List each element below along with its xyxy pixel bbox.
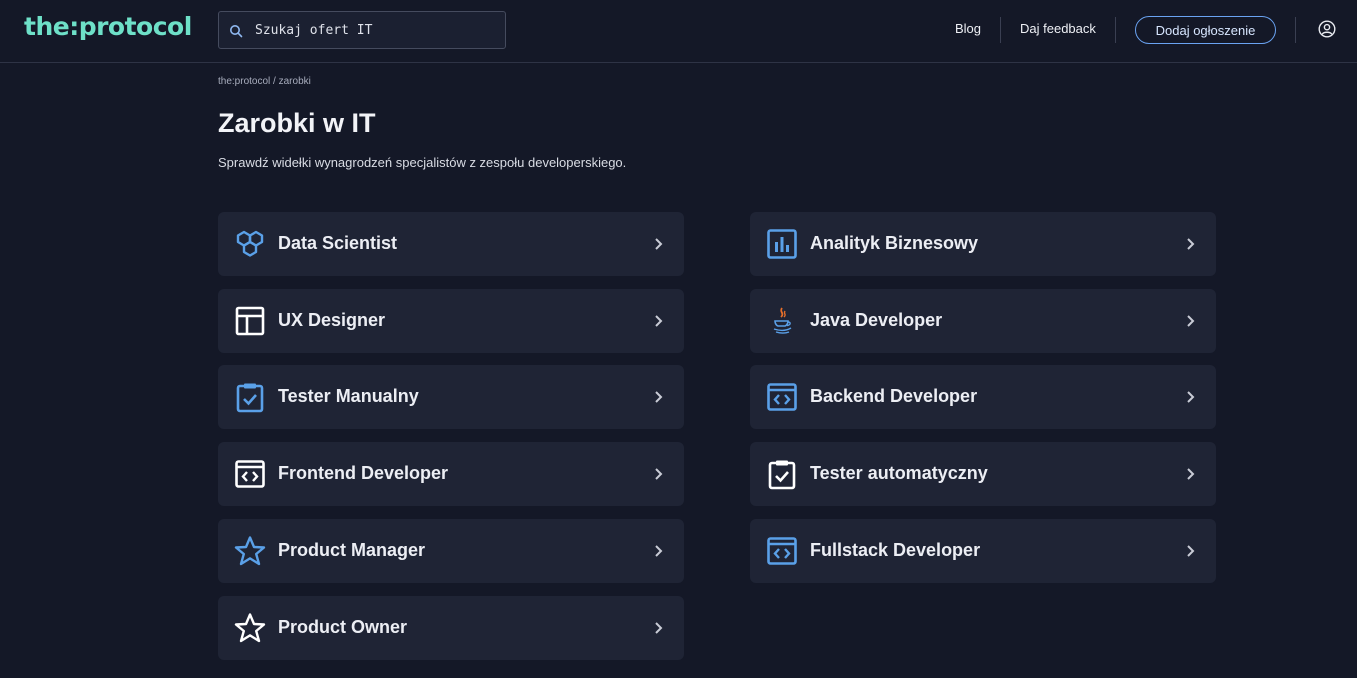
chevron-right-icon (1187, 545, 1195, 557)
role-label: Tester Manualny (278, 386, 419, 406)
chevron-right-icon (1187, 391, 1195, 403)
nav-divider (1115, 17, 1116, 43)
hexagon-cluster-icon (236, 230, 264, 257)
page-title: Zarobki w IT (218, 108, 376, 138)
role-label: UX Designer (278, 310, 386, 330)
breadcrumb: the:protocol / zarobki (218, 76, 311, 87)
feedback-link[interactable]: Daj feedback (1020, 21, 1096, 36)
clipboard-check-icon (236, 383, 264, 413)
breadcrumb-separator: / (273, 76, 276, 87)
role-label: Java Developer (810, 310, 943, 330)
role-label: Backend Developer (810, 386, 978, 406)
role-card-java-developer[interactable]: Java Developer (750, 289, 1216, 353)
bar-chart-icon (767, 229, 797, 259)
role-label: Fullstack Developer (810, 540, 981, 560)
role-label: Frontend Developer (278, 463, 449, 483)
role-label: Product Manager (278, 540, 426, 560)
chevron-right-icon (655, 545, 663, 557)
role-label: Analityk Biznesowy (810, 233, 979, 253)
add-offer-button[interactable]: Dodaj ogłoszenie (1135, 16, 1276, 44)
role-card-data-scientist[interactable]: Data Scientist (218, 212, 684, 276)
chevron-right-icon (655, 468, 663, 480)
code-window-icon (767, 537, 797, 565)
chevron-right-icon (655, 238, 663, 250)
code-window-icon (767, 383, 797, 411)
search-input[interactable] (255, 12, 499, 48)
chevron-right-icon (655, 315, 663, 327)
chevron-right-icon (655, 622, 663, 634)
breadcrumb-home[interactable]: the:protocol (218, 76, 270, 87)
layout-icon (235, 306, 265, 336)
chevron-right-icon (655, 391, 663, 403)
chevron-right-icon (1187, 315, 1195, 327)
star-icon (234, 536, 266, 566)
chevron-right-icon (1187, 468, 1195, 480)
role-card-tester-manualny[interactable]: Tester Manualny (218, 365, 684, 429)
search-icon (230, 25, 243, 38)
page-subtitle: Sprawdź widełki wynagrodzeń specjalistów… (218, 155, 627, 170)
code-window-icon (235, 460, 265, 488)
nav-divider (1295, 17, 1296, 43)
role-label: Tester automatyczny (810, 463, 988, 483)
role-card-product-manager[interactable]: Product Manager (218, 519, 684, 583)
role-card-ux-designer[interactable]: UX Designer (218, 289, 684, 353)
clipboard-check-icon (768, 460, 796, 490)
search-box[interactable] (218, 11, 506, 49)
role-label: Product Owner (278, 617, 408, 637)
top-bar: the:protocol Blog Daj feedback Dodaj ogł… (0, 0, 1357, 63)
nav-divider (1000, 17, 1001, 43)
role-card-product-owner[interactable]: Product Owner (218, 596, 684, 660)
star-icon (234, 613, 266, 643)
role-card-analityk-biznesowy[interactable]: Analityk Biznesowy (750, 212, 1216, 276)
role-label: Data Scientist (278, 233, 398, 253)
java-cup-icon (773, 307, 792, 334)
breadcrumb-current: zarobki (278, 76, 311, 87)
logo[interactable]: the:protocol (24, 12, 192, 41)
role-card-tester-automatyczny[interactable]: Tester automatyczny (750, 442, 1216, 506)
role-card-fullstack-developer[interactable]: Fullstack Developer (750, 519, 1216, 583)
user-account-icon[interactable] (1318, 20, 1336, 38)
blog-link[interactable]: Blog (955, 21, 981, 36)
role-card-frontend-developer[interactable]: Frontend Developer (218, 442, 684, 506)
role-card-backend-developer[interactable]: Backend Developer (750, 365, 1216, 429)
chevron-right-icon (1187, 238, 1195, 250)
